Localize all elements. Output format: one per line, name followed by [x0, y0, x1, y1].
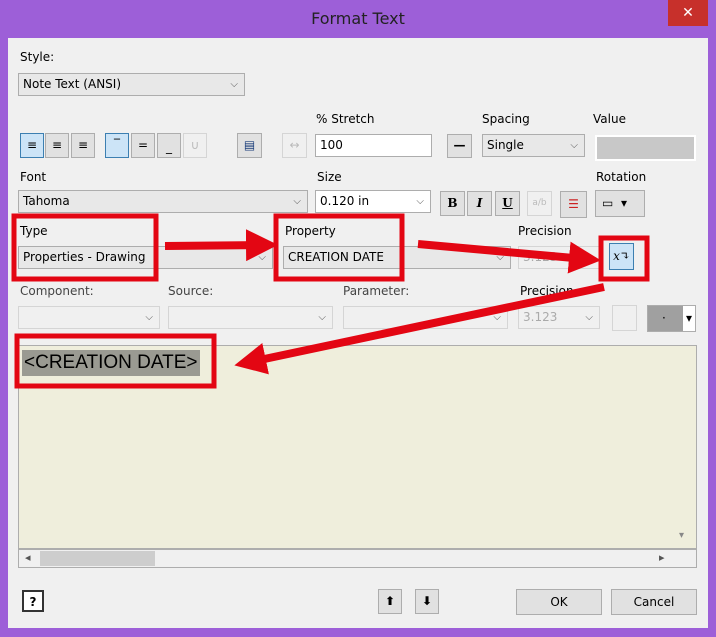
highlight-property-box	[273, 213, 405, 282]
arrow-3	[234, 283, 605, 375]
highlight-text-box	[14, 333, 217, 389]
annotation-overlay	[11, 213, 650, 389]
highlight-button-box	[598, 235, 650, 282]
highlight-type-box	[11, 213, 159, 282]
arrow-2	[417, 240, 601, 274]
arrow-1	[164, 229, 278, 262]
